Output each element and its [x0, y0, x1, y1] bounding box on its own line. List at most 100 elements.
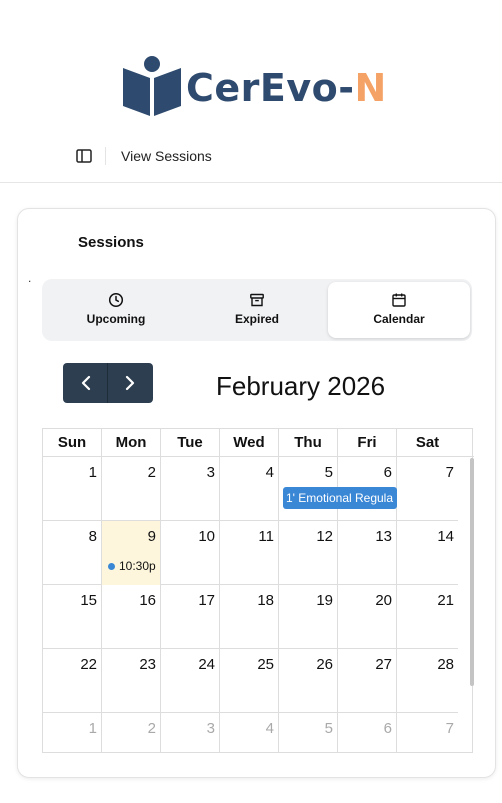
calendar-icon — [392, 293, 406, 307]
top-bar: View Sessions — [0, 137, 502, 183]
calendar-scrollbar[interactable] — [470, 458, 474, 686]
calendar-week: 15 16 17 18 19 20 21 — [43, 585, 458, 649]
day-number: 14 — [437, 528, 454, 545]
tab-calendar-label: Calendar — [373, 312, 425, 326]
day-cell[interactable]: 24 — [161, 649, 220, 713]
day-cell[interactable]: 8 — [43, 521, 102, 585]
day-number: 24 — [198, 656, 215, 673]
day-number: 21 — [437, 592, 454, 609]
day-number: 15 — [80, 592, 97, 609]
event-dot-icon — [108, 563, 115, 571]
day-number: 20 — [375, 592, 392, 609]
tab-upcoming[interactable]: Upcoming — [45, 282, 187, 338]
day-cell[interactable]: 26 — [279, 649, 338, 713]
tab-upcoming-label: Upcoming — [86, 312, 146, 326]
day-number: 5 — [324, 720, 333, 737]
clock-icon — [108, 292, 124, 308]
day-cell[interactable]: 4 — [220, 457, 279, 521]
sidebar-toggle-icon[interactable] — [74, 146, 94, 166]
day-number: 13 — [375, 528, 392, 545]
day-cell-today[interactable]: 9 10:30p — [102, 521, 161, 585]
day-number: 4 — [265, 464, 274, 481]
day-number: 5 — [324, 464, 333, 481]
day-cell[interactable]: 2 — [102, 713, 161, 753]
prev-month-button[interactable] — [63, 363, 108, 403]
day-number: 8 — [88, 528, 97, 545]
calendar-month-title: February 2026 — [216, 371, 386, 401]
topbar-divider — [105, 147, 106, 165]
day-cell[interactable]: 10 — [161, 521, 220, 585]
day-cell[interactable]: 6 — [338, 713, 397, 753]
day-number: 3 — [206, 464, 215, 481]
weekday-wed: Wed — [220, 429, 279, 457]
app-header-logo-area: CerEvo-N — [0, 0, 502, 135]
tab-calendar[interactable]: Calendar — [328, 282, 470, 338]
day-number: 6 — [383, 464, 392, 481]
chevron-right-icon — [125, 375, 135, 391]
day-cell[interactable]: 4 — [220, 713, 279, 753]
tab-expired[interactable]: Expired — [186, 282, 328, 338]
day-cell[interactable]: 1 — [43, 457, 102, 521]
day-cell[interactable]: 22 — [43, 649, 102, 713]
day-cell[interactable]: 1 — [43, 713, 102, 753]
tab-expired-label: Expired — [234, 312, 279, 326]
day-number: 9 — [147, 528, 156, 545]
next-month-button[interactable] — [108, 363, 153, 403]
day-number: 16 — [139, 592, 156, 609]
sessions-card: Sessions . Upcoming Expired Calendar Feb… — [17, 208, 496, 778]
day-cell[interactable]: 7 — [397, 457, 458, 521]
day-cell[interactable]: 25 — [220, 649, 279, 713]
day-number: 2 — [147, 720, 156, 737]
calendar-week: 22 23 24 25 26 27 28 — [43, 649, 458, 713]
day-cell[interactable]: 12 — [279, 521, 338, 585]
day-number: 25 — [257, 656, 274, 673]
day-cell[interactable]: 17 — [161, 585, 220, 649]
day-number: 11 — [258, 528, 274, 545]
calendar-week: 1 2 3 4 5 6 7 1' Emotional Regula — [43, 457, 458, 521]
weekday-tue: Tue — [161, 429, 220, 457]
calendar-event[interactable]: 1' Emotional Regula — [283, 487, 397, 509]
day-number: 7 — [445, 720, 454, 737]
day-cell[interactable]: 28 — [397, 649, 458, 713]
day-number: 27 — [375, 656, 392, 673]
calendar-event[interactable]: 10:30p — [108, 559, 156, 573]
day-cell[interactable]: 19 — [279, 585, 338, 649]
day-number: 26 — [316, 656, 333, 673]
day-cell[interactable]: 5 — [279, 713, 338, 753]
day-cell[interactable]: 3 — [161, 457, 220, 521]
page-title: Sessions — [78, 234, 144, 251]
weekday-sun: Sun — [43, 429, 102, 457]
weekday-fri: Fri — [338, 429, 397, 457]
event-time: 10:30p — [119, 559, 156, 573]
calendar-weekday-header: Sun Mon Tue Wed Thu Fri Sat — [43, 429, 474, 457]
day-number: 4 — [265, 720, 274, 737]
day-cell[interactable]: 21 — [397, 585, 458, 649]
breadcrumb: View Sessions — [121, 148, 212, 164]
weekday-mon: Mon — [102, 429, 161, 457]
day-cell[interactable]: 20 — [338, 585, 397, 649]
day-number: 1 — [88, 464, 97, 481]
calendar-grid: Sun Mon Tue Wed Thu Fri Sat 1 2 3 4 5 6 … — [42, 428, 474, 753]
session-tabs: Upcoming Expired Calendar — [42, 279, 472, 341]
day-number: 12 — [316, 528, 333, 545]
day-cell[interactable]: 27 — [338, 649, 397, 713]
calendar-week: 1 2 3 4 5 6 7 — [43, 713, 458, 753]
day-cell[interactable]: 13 — [338, 521, 397, 585]
day-cell[interactable]: 3 — [161, 713, 220, 753]
day-cell[interactable]: 11 — [220, 521, 279, 585]
day-cell[interactable]: 15 — [43, 585, 102, 649]
day-cell[interactable]: 2 — [102, 457, 161, 521]
day-cell[interactable]: 18 — [220, 585, 279, 649]
day-cell[interactable]: 23 — [102, 649, 161, 713]
day-cell[interactable]: 7 — [397, 713, 458, 753]
day-cell[interactable]: 14 — [397, 521, 458, 585]
day-number: 7 — [445, 464, 454, 481]
brand-logo-text: CerEvo-N — [186, 66, 387, 110]
day-number: 19 — [316, 592, 333, 609]
day-number: 17 — [198, 592, 215, 609]
month-navigation — [63, 363, 153, 403]
logo-icon — [123, 56, 181, 116]
chevron-left-icon — [81, 375, 91, 391]
day-number: 22 — [80, 656, 97, 673]
day-cell[interactable]: 16 — [102, 585, 161, 649]
